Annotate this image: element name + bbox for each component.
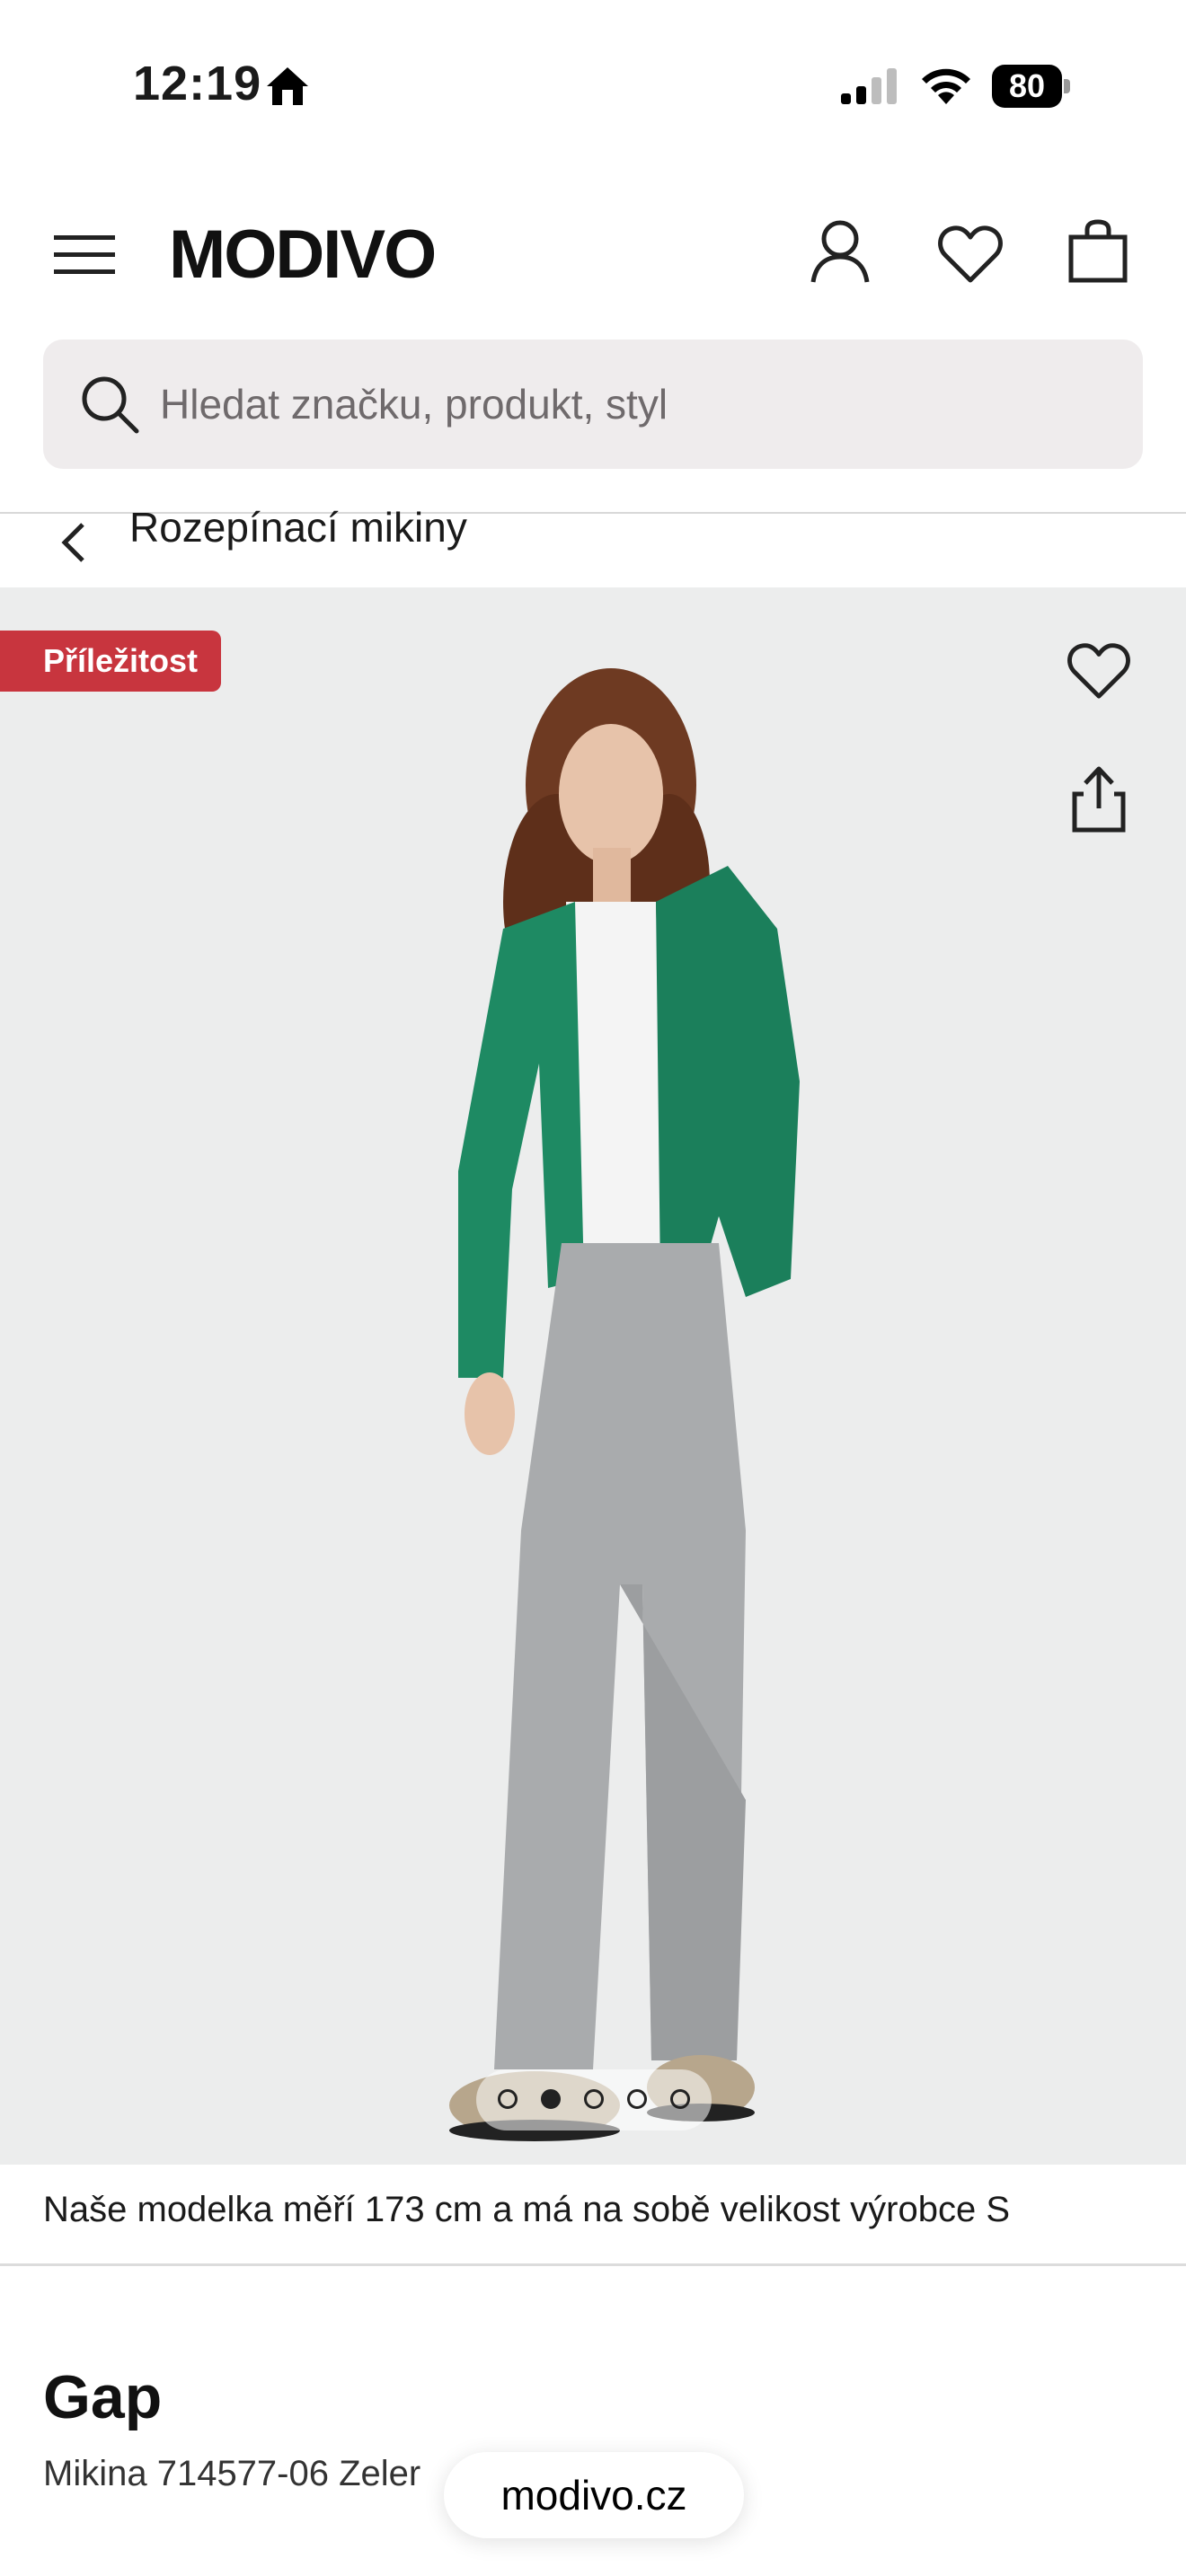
search-icon: [82, 376, 139, 434]
share-icon[interactable]: [1069, 765, 1128, 834]
gallery-pagination: [476, 2069, 712, 2130]
account-icon[interactable]: [809, 217, 872, 284]
gallery-dot[interactable]: [627, 2089, 647, 2109]
home-icon: [267, 67, 308, 105]
search-bar[interactable]: [43, 340, 1143, 469]
battery-tip: [1064, 79, 1070, 93]
product-brand[interactable]: Gap: [43, 2362, 162, 2432]
status-bar: 12:19 80: [0, 0, 1186, 171]
chevron-left-icon[interactable]: [56, 508, 92, 571]
add-to-wishlist-heart-icon[interactable]: [1067, 641, 1130, 701]
site-logo[interactable]: MODIVO: [169, 216, 437, 294]
breadcrumb[interactable]: Rozepínací mikiny: [0, 499, 1186, 589]
battery-level: 80: [992, 65, 1062, 108]
cellular-signal-icon: [841, 68, 897, 104]
product-name: Mikina 714577-06 Zeler: [43, 2454, 421, 2493]
battery-indicator: 80: [992, 65, 1071, 108]
shopping-bag-icon[interactable]: [1067, 219, 1128, 284]
model-size-note: Naše modelka měří 173 cm a má na sobě ve…: [43, 2190, 1011, 2229]
section-divider: [0, 2263, 1186, 2266]
gallery-dot-active[interactable]: [541, 2089, 561, 2109]
wifi-icon: [922, 68, 970, 104]
breadcrumb-label[interactable]: Rozepínací mikiny: [129, 503, 467, 551]
search-input[interactable]: [160, 340, 1112, 469]
browser-url-pill[interactable]: modivo.cz: [444, 2452, 744, 2538]
hamburger-menu-icon[interactable]: [54, 232, 115, 277]
site-header: MODIVO: [0, 171, 1186, 341]
status-time: 12:19: [133, 57, 262, 110]
sale-badge: Příležitost: [0, 631, 222, 692]
product-photo: [449, 668, 800, 2141]
gallery-dot[interactable]: [584, 2089, 604, 2109]
gallery-dot[interactable]: [670, 2089, 690, 2109]
gallery-dot[interactable]: [498, 2089, 518, 2109]
product-image-gallery[interactable]: Příležitost: [0, 587, 1186, 2165]
wishlist-heart-icon[interactable]: [938, 225, 1003, 284]
